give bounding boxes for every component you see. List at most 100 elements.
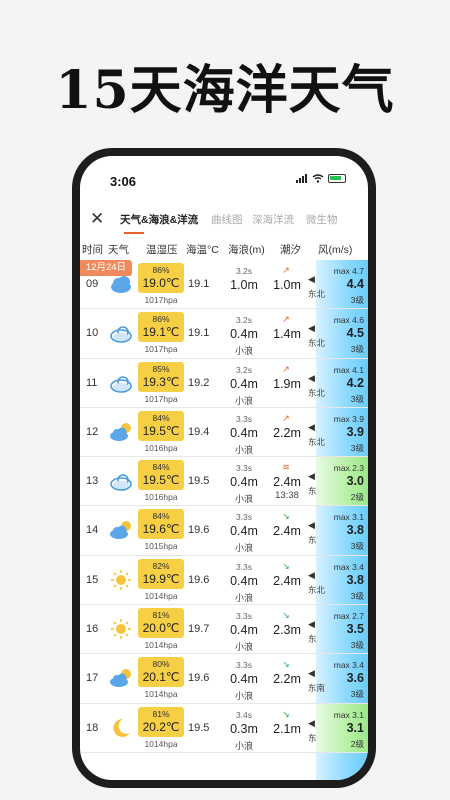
temperature-value: 20.0℃	[142, 621, 180, 636]
wave-description: 小浪	[234, 444, 253, 455]
wave-description: 小浪	[234, 494, 253, 505]
phone-frame: 3:06 ✕ 天气&海浪&洋流 曲线图 深海洋流 微生物 时间 天气 温湿压 海…	[72, 148, 376, 788]
wave-period: 3.3s	[235, 561, 253, 572]
wind-max: max 3.1	[333, 709, 364, 720]
tab-deep-sea-current[interactable]: 深海洋流	[252, 212, 294, 227]
humidity-value: 84%	[152, 412, 170, 423]
tide-trend-icon: ↗	[282, 265, 290, 275]
wind-direction-icon: ◀	[308, 717, 315, 728]
tide-trend-icon: ≋	[282, 462, 290, 473]
wind-max: max 4.1	[333, 364, 364, 375]
tide-trend-icon: ↘	[282, 511, 290, 522]
close-icon[interactable]: ✕	[90, 209, 104, 229]
wind-direction-icon: ◀	[308, 569, 315, 580]
col-wind: 风(m/s)	[318, 244, 353, 256]
wind-level: 3级	[350, 393, 364, 404]
wind-max: max 4.7	[333, 266, 364, 276]
sun-icon	[108, 569, 134, 591]
wind-speed: 4.2	[346, 375, 364, 390]
wind-direction: 东	[308, 732, 317, 743]
humidity-value: 86%	[152, 265, 170, 275]
wave-period: 3.3s	[235, 512, 253, 523]
temp-humidity-box: 85% 19.3℃	[138, 361, 184, 392]
temp-humidity-box: 84% 19.5℃	[138, 410, 184, 441]
cloud-icon	[108, 372, 134, 394]
wave-period: 3.4s	[235, 709, 253, 720]
wind-direction: 东北	[308, 436, 326, 447]
tab-microorganism[interactable]: 微生物	[306, 212, 338, 227]
temperature-value: 20.2℃	[142, 719, 180, 734]
wave-height: 0.4m	[230, 376, 258, 391]
sea-temp-value: 19.6	[188, 672, 210, 685]
table-row[interactable]: 12 84% 19.5℃ 1016hpa 19.4 3.3s 0.4m 小浪 ↗ 2.2m ◀ 东北 m…	[80, 408, 368, 458]
wind-direction-icon: ◀	[308, 520, 315, 531]
pressure-value: 1014hpa	[144, 689, 178, 700]
wave-description: 小浪	[234, 642, 253, 653]
tab-curve-chart[interactable]: 曲线图	[211, 212, 243, 227]
pressure-value: 1014hpa	[144, 640, 178, 651]
hour-label: 17	[86, 672, 99, 685]
tab-weather-wave-current[interactable]: 天气&海浪&洋流	[120, 212, 198, 227]
table-row[interactable]: 14 84% 19.6℃ 1015hpa 19.6 3.3s 0.4m 小浪 ↘ 2.4m ◀ 东 ma…	[80, 506, 368, 556]
wind-max: max 3.4	[333, 660, 364, 671]
signal-icon	[296, 174, 307, 183]
wind-level: 3级	[350, 442, 364, 453]
pressure-value: 1016hpa	[144, 442, 178, 453]
hour-label: 16	[86, 623, 99, 636]
wind-speed: 4.4	[346, 277, 364, 291]
wind-max: max 3.4	[333, 561, 364, 572]
sea-temp-value: 19.7	[188, 623, 210, 636]
humidity-value: 81%	[152, 610, 170, 621]
pressure-value: 1014hpa	[144, 590, 178, 601]
tide-height: 2.4m	[273, 524, 301, 539]
wifi-icon	[312, 174, 324, 183]
table-row[interactable]: 15 82% 19.9℃ 1014hpa 19.6 3.3s 0.4m 小浪 ↘ 2.4m ◀ 东北 m…	[80, 556, 368, 606]
humidity-value: 85%	[152, 363, 170, 374]
table-row[interactable]: 10 86% 19.1℃ 1017hpa 19.1 3.2s 0.4m 小浪 ↗ 1.4m ◀ 东北 m…	[80, 309, 368, 359]
wind-direction: 东北	[308, 584, 326, 595]
wave-height: 0.3m	[230, 721, 258, 736]
table-row[interactable]: 18 81% 20.2℃ 1014hpa 19.5 3.4s 0.3m 小浪 ↘ 2.1m ◀ 东 ma…	[80, 703, 368, 753]
pressure-value: 1017hpa	[144, 344, 178, 355]
hourly-table[interactable]: 09 86% 19.0℃ 1017hpa 19.1 3.2s 1.0m ↗ 1.0m ◀ 东北 max…	[80, 260, 368, 753]
wind-speed: 3.1	[346, 720, 364, 735]
wind-speed: 4.5	[346, 326, 364, 341]
wind-direction: 东南	[308, 683, 326, 694]
temp-humidity-box: 84% 19.5℃	[138, 460, 184, 491]
wave-description: 小浪	[234, 592, 253, 603]
table-row[interactable]: 17 80% 20.1℃ 1014hpa 19.6 3.3s 0.4m 小浪 ↘ 2.2m ◀ 东南 m…	[80, 654, 368, 704]
tide-height: 2.4m	[273, 573, 301, 588]
hour-label: 11	[86, 376, 98, 389]
sea-temp-value: 19.1	[188, 327, 210, 340]
table-row[interactable]: 11 85% 19.3℃ 1017hpa 19.2 3.2s 0.4m 小浪 ↗ 1.9m ◀ 东北 m…	[80, 359, 368, 408]
sea-temp-value: 19.5	[188, 475, 210, 488]
sea-temp-value: 19.6	[188, 524, 210, 537]
wind-level: 3级	[350, 689, 364, 700]
wind-direction-icon: ◀	[308, 668, 315, 679]
wave-description: 小浪	[234, 740, 253, 751]
table-row[interactable]: 16 81% 20.0℃ 1014hpa 19.7 3.3s 0.4m 小浪 ↘ 2.3m ◀ 东 ma…	[80, 605, 368, 655]
sea-temp-value: 19.6	[188, 573, 210, 586]
partly-cloudy-icon	[108, 519, 134, 541]
humidity-value: 84%	[152, 462, 170, 473]
temp-humidity-box: 81% 20.0℃	[138, 608, 184, 639]
tide-height: 1.0m	[273, 278, 301, 292]
wind-level: 2级	[350, 492, 364, 503]
tide-height: 1.4m	[273, 327, 301, 342]
wind-level: 3级	[350, 344, 364, 355]
humidity-value: 82%	[152, 560, 170, 571]
col-wave: 海浪(m)	[228, 244, 265, 256]
col-time: 时间	[82, 244, 103, 256]
wind-direction: 东	[308, 634, 317, 645]
table-row[interactable]: 13 84% 19.5℃ 1016hpa 19.5 3.3s 0.4m 小浪 ≋ 2.4m 13:3…	[80, 457, 368, 507]
pressure-value: 1014hpa	[144, 738, 178, 749]
temperature-value: 19.1℃	[142, 325, 180, 340]
wave-height: 0.4m	[230, 475, 258, 490]
wind-max: max 3.1	[333, 512, 364, 523]
wind-direction-icon: ◀	[308, 619, 315, 630]
wind-speed: 3.6	[346, 671, 364, 686]
tide-height: 2.2m	[273, 425, 301, 440]
sea-temp-value: 19.2	[188, 376, 210, 389]
sea-temp-value: 19.4	[188, 425, 210, 438]
wind-max: max 2.7	[333, 611, 364, 622]
